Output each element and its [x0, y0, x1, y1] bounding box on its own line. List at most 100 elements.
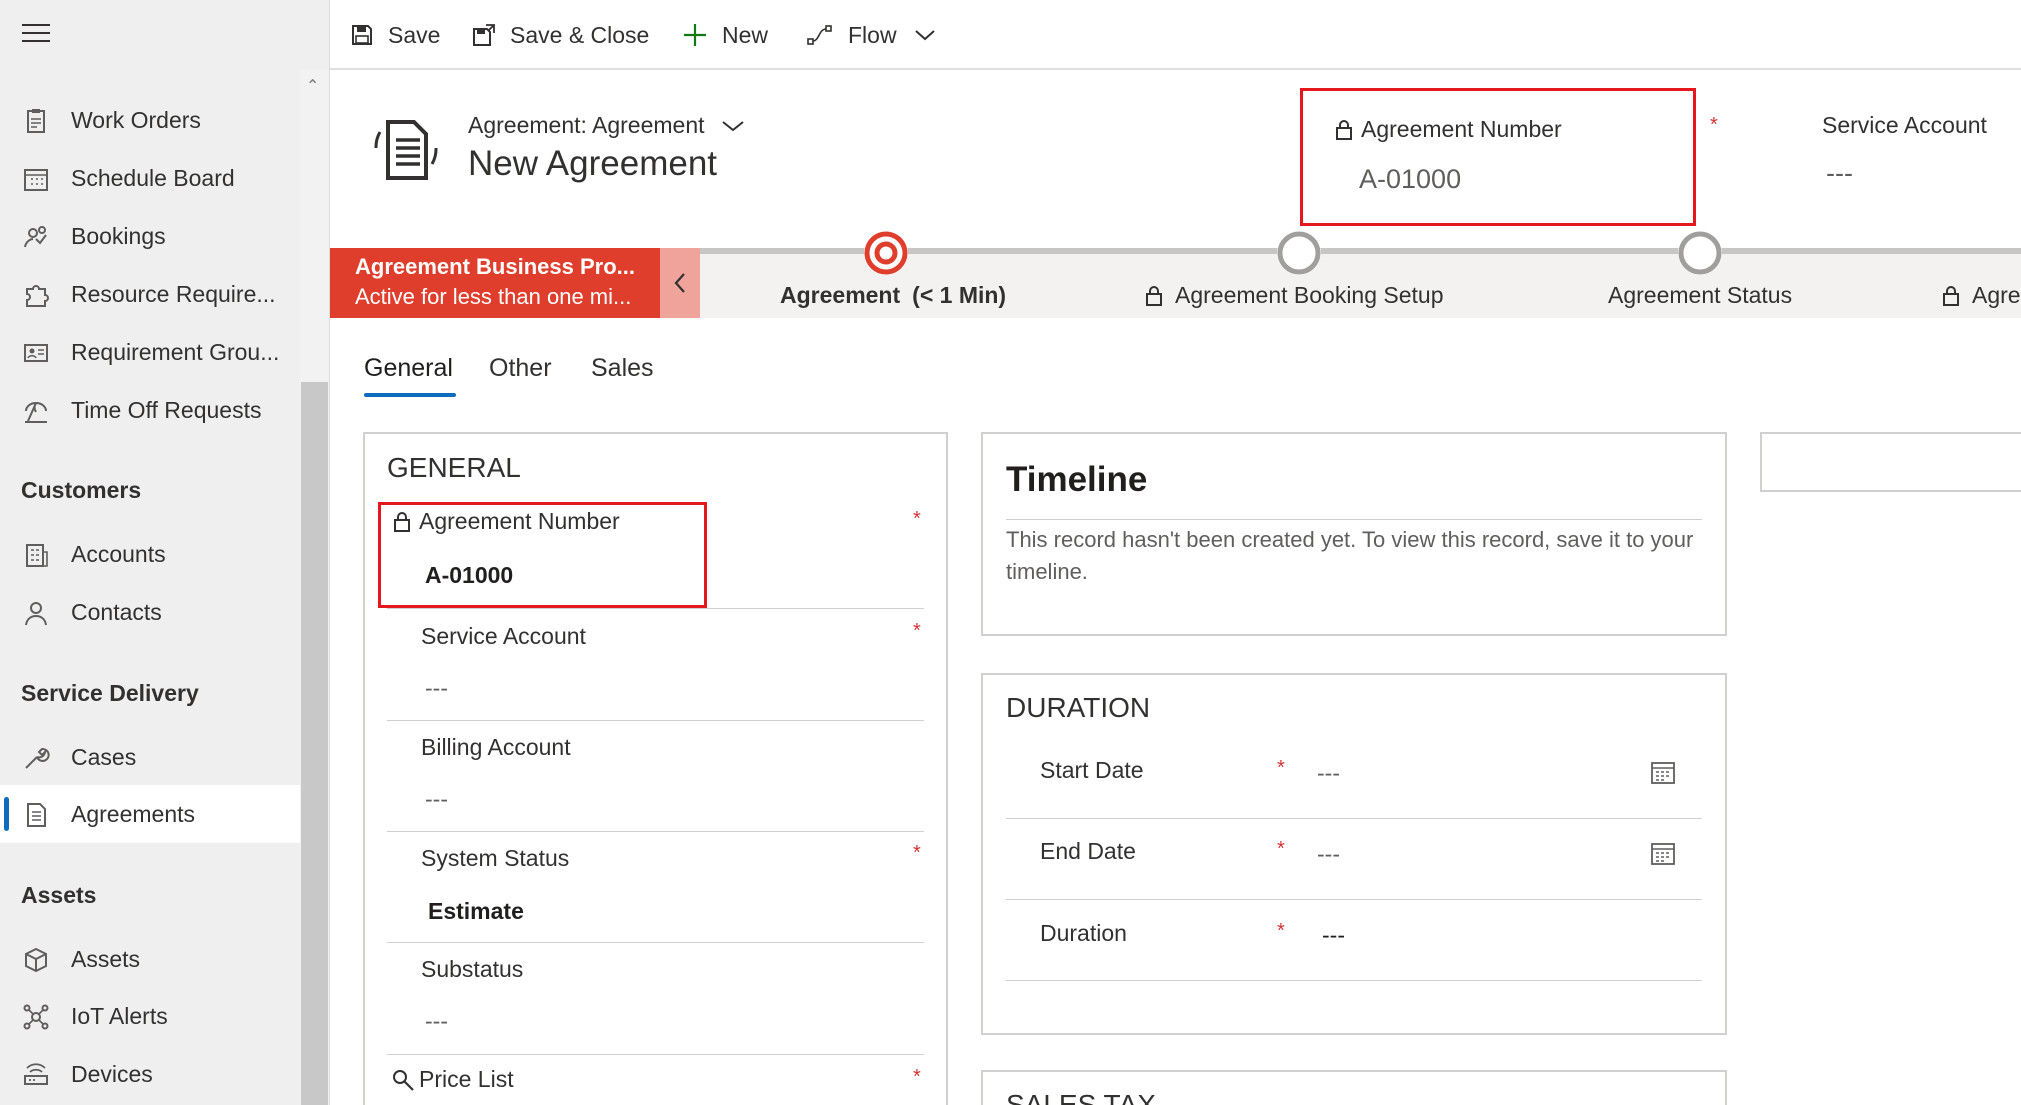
form-selector-label: Agreement: Agreement [468, 112, 705, 138]
agreement-entity-icon [370, 113, 442, 185]
sidebar-item-contacts[interactable]: Contacts [0, 583, 300, 641]
bpf-active-process[interactable]: Agreement Business Pro... Active for les… [330, 248, 660, 318]
chevron-down-icon [721, 120, 744, 131]
document-icon [27, 803, 46, 827]
duration-section-title: DURATION [1006, 692, 1151, 723]
nav-group-customers: Customers [21, 477, 142, 503]
sidebar-item-label: Work Orders [71, 106, 201, 133]
contact-card-icon [24, 344, 48, 362]
form-selector[interactable]: Agreement: Agreement [468, 112, 745, 139]
required-indicator: * [1277, 757, 1285, 779]
required-indicator: * [913, 620, 921, 642]
required-indicator: * [913, 508, 921, 530]
lock-icon [1336, 119, 1352, 140]
tab-sales[interactable]: Sales [591, 354, 654, 383]
timeline-message: This record hasn't been created yet. To … [1006, 527, 1694, 584]
bpf-process-duration: Active for less than one mi... [355, 284, 632, 309]
plus-icon [684, 24, 706, 46]
bpf-collapse-button[interactable] [660, 248, 700, 318]
system-status-label: System Status [421, 845, 570, 871]
save-close-label: Save & Close [510, 21, 650, 48]
hamburger-menu-icon[interactable] [22, 24, 50, 46]
bpf-stage-agreement[interactable]: Agreement (< 1 Min) [780, 282, 1006, 309]
header-agreement-number-label-text: Agreement Number [1361, 116, 1562, 142]
sidebar-item-accounts[interactable]: Accounts [0, 525, 300, 583]
search-lookup-icon [393, 1069, 414, 1091]
flow-button[interactable]: Flow [806, 0, 897, 70]
sidebar-item-requirement-groups[interactable]: Requirement Grou... [0, 323, 300, 381]
billing-account-value[interactable]: --- [425, 786, 448, 813]
sidebar-item-bookings[interactable]: Bookings [0, 207, 300, 265]
scrollbar-thumb[interactable] [301, 382, 328, 1105]
duration-value: --- [1322, 922, 1345, 948]
required-indicator: * [1277, 838, 1285, 860]
scroll-up-icon[interactable]: ⌃ [306, 76, 319, 96]
header-service-account-value[interactable]: --- [1826, 158, 1853, 189]
duration-label: Duration [1040, 920, 1127, 946]
sidebar-item-iot-alerts[interactable]: IoT Alerts [0, 987, 300, 1045]
save-and-close-button[interactable]: Save & Close [472, 0, 649, 70]
new-button[interactable]: New [682, 0, 768, 70]
start-date-value[interactable]: --- [1317, 760, 1340, 787]
clipboard-icon [27, 109, 45, 133]
sidebar-item-label: Devices [71, 1060, 153, 1087]
price-list-label-text: Price List [419, 1066, 514, 1092]
sidebar-item-devices[interactable]: Devices [0, 1045, 300, 1103]
flow-dropdown-chevron[interactable] [914, 0, 950, 70]
field-divider [1006, 899, 1702, 900]
page-title: New Agreement [468, 144, 718, 183]
save-icon [352, 25, 372, 45]
sidebar-item-label: Assets [71, 945, 141, 972]
bpf-stage-node[interactable] [1678, 231, 1722, 275]
bpf-stage-booking-setup[interactable]: Agreement Booking Setup [1145, 282, 1444, 309]
end-date-label: End Date [1040, 838, 1136, 864]
bpf-stage-duration: (< 1 Min) [912, 282, 1007, 308]
person-icon [25, 602, 47, 626]
bpf-stage-node-active[interactable] [864, 231, 908, 275]
calendar-icon [24, 169, 48, 191]
tab-other[interactable]: Other [489, 354, 552, 383]
nav-group-assets: Assets [21, 882, 97, 908]
general-section-title: GENERAL [387, 452, 521, 483]
sidebar-item-label: Requirement Grou... [71, 338, 280, 365]
sidebar-item-label: Time Off Requests [71, 396, 262, 423]
save-close-icon [473, 24, 495, 46]
system-status-value[interactable]: Estimate [428, 898, 524, 925]
form-header: Agreement: Agreement New Agreement Agree… [330, 72, 2021, 248]
chevron-down-icon [915, 30, 935, 41]
bpf-stage-label: Agreement Status [1608, 282, 1793, 308]
lock-icon [1943, 285, 1959, 306]
lock-icon [394, 511, 410, 532]
service-account-value[interactable]: --- [425, 675, 448, 702]
field-divider [387, 831, 924, 832]
calendar-icon[interactable] [1650, 840, 1676, 866]
bpf-process-name: Agreement Business Pro... [355, 254, 635, 279]
bpf-stage-agreement-status[interactable]: Agreement Status [1608, 282, 1792, 309]
puzzle-icon [26, 285, 49, 307]
active-tab-indicator [364, 393, 456, 397]
chevron-left-icon [674, 273, 685, 293]
field-divider [387, 608, 924, 609]
sidebar-item-resource-requirements[interactable]: Resource Require... [0, 265, 300, 323]
sidebar-item-agreements[interactable]: Agreements [0, 785, 300, 843]
sidebar-scrollbar[interactable]: ⌃ [300, 70, 329, 1105]
sidebar-item-assets[interactable]: Assets [0, 930, 300, 988]
bpf-stage-agreement-next[interactable]: Agre [1942, 282, 2021, 309]
bpf-stage-label: Agre [1972, 282, 2021, 308]
related-panel [1760, 432, 2021, 492]
end-date-value[interactable]: --- [1317, 841, 1340, 868]
substatus-value[interactable]: --- [425, 1008, 448, 1035]
sidebar-item-time-off-requests[interactable]: Time Off Requests [0, 381, 300, 439]
sidebar-item-schedule-board[interactable]: Schedule Board [0, 149, 300, 207]
sidebar-item-work-orders[interactable]: Work Orders [0, 91, 300, 149]
agreement-number-label: Agreement Number [393, 508, 620, 535]
header-agreement-number-label: Agreement Number [1335, 116, 1562, 143]
iot-icon [23, 1004, 49, 1030]
calendar-icon[interactable] [1650, 759, 1676, 785]
sidebar-item-cases[interactable]: Cases [0, 728, 300, 786]
billing-account-label: Billing Account [421, 734, 571, 760]
agreement-number-label-text: Agreement Number [419, 508, 620, 534]
save-button[interactable]: Save [350, 0, 440, 70]
bpf-stage-node[interactable] [1277, 231, 1321, 275]
tab-general[interactable]: General [364, 354, 453, 383]
